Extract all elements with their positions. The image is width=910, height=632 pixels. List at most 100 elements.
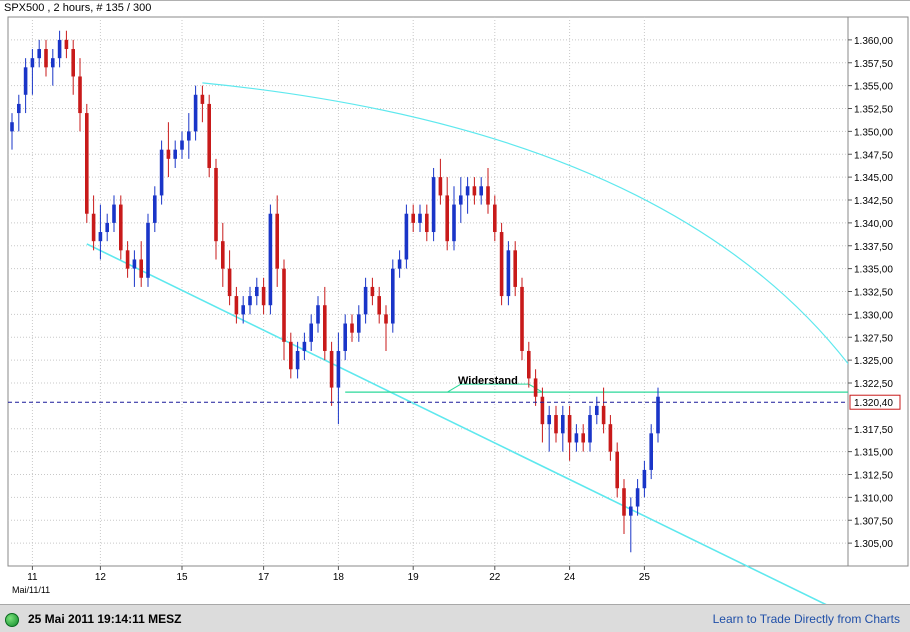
candle-body xyxy=(37,49,41,59)
candle-body xyxy=(153,195,157,223)
y-tick-label: 1.342,50 xyxy=(854,196,893,207)
x-tick-label: 12 xyxy=(95,572,107,583)
y-tick-label: 1.345,00 xyxy=(854,173,893,184)
candle-body xyxy=(193,94,198,132)
candle-body xyxy=(520,286,524,351)
candle-body xyxy=(384,314,388,324)
candle-body xyxy=(649,433,653,470)
candle-body xyxy=(601,405,606,425)
candle-body xyxy=(241,305,245,315)
y-tick-label: 1.327,50 xyxy=(854,333,893,344)
candle-body xyxy=(527,350,531,379)
candle-body xyxy=(629,506,633,516)
candle-body xyxy=(248,296,252,306)
candle-body xyxy=(418,213,422,223)
candle-body xyxy=(438,177,443,196)
candle-body xyxy=(622,488,626,516)
candle-body xyxy=(125,250,130,269)
y-tick-label: 1.312,50 xyxy=(854,471,893,482)
candle-body xyxy=(105,222,109,233)
candle-body xyxy=(336,350,341,388)
candle-body xyxy=(187,131,191,141)
candle-body xyxy=(506,250,511,297)
candle-body xyxy=(316,305,320,324)
candle-body xyxy=(581,433,585,443)
x-tick-label: 22 xyxy=(489,572,501,583)
candle-body xyxy=(146,222,150,278)
y-tick-label: 1.305,00 xyxy=(854,539,893,550)
candle-body xyxy=(472,186,477,196)
y-tick-label: 1.322,50 xyxy=(854,379,893,390)
candle-body xyxy=(57,39,62,59)
candle-body xyxy=(554,415,558,434)
candle-body xyxy=(255,286,259,297)
candle-body xyxy=(479,186,483,196)
candle-body xyxy=(363,286,368,315)
candle-body xyxy=(200,94,205,104)
candle-body xyxy=(234,296,239,315)
y-tick-label: 1.357,50 xyxy=(854,59,893,70)
y-tick-label: 1.347,50 xyxy=(854,150,893,161)
y-tick-label: 1.317,50 xyxy=(854,425,893,436)
candle-body xyxy=(411,213,415,223)
candle-body xyxy=(459,195,463,205)
candle-body xyxy=(499,232,504,297)
candle-body xyxy=(425,213,429,233)
x-date-label: Mai/11/11 xyxy=(12,585,50,595)
candle-body xyxy=(561,415,565,434)
candle-body xyxy=(329,350,334,388)
candle-body xyxy=(615,451,619,489)
resistance-label: Widerstand xyxy=(458,375,518,387)
candle-body xyxy=(10,122,14,132)
candle-body xyxy=(635,488,640,507)
candle-body xyxy=(377,296,381,315)
x-tick-label: 17 xyxy=(258,572,270,583)
x-tick-label: 15 xyxy=(176,572,188,583)
candle-body xyxy=(295,350,300,370)
y-tick-label: 1.332,50 xyxy=(854,288,893,299)
candle-body xyxy=(404,213,409,260)
candle-body xyxy=(207,103,211,168)
y-tick-label: 1.350,00 xyxy=(854,127,893,138)
y-tick-label: 1.335,00 xyxy=(854,265,893,276)
candle-body xyxy=(227,268,232,297)
candle-body xyxy=(493,204,497,233)
y-tick-label: 1.355,00 xyxy=(854,82,893,93)
candle-body xyxy=(282,268,286,342)
x-tick-label: 19 xyxy=(408,572,420,583)
candlestick-chart: 1.360,00 1.357,50 1.355,00 1.352,50 1.350,00… xyxy=(0,0,910,604)
y-tick-label: 1.315,00 xyxy=(854,448,893,459)
candle-body xyxy=(452,204,456,242)
candle-body xyxy=(91,213,96,242)
y-tick-label: 1.337,50 xyxy=(854,242,893,253)
y-tick-label: 1.340,00 xyxy=(854,219,893,230)
candle-body xyxy=(173,149,177,159)
candle-body xyxy=(567,415,572,443)
candle-body xyxy=(64,39,69,50)
candle-body xyxy=(391,268,395,324)
y-tick-label: 1.310,00 xyxy=(854,493,893,504)
candle-body xyxy=(350,323,354,333)
x-tick-label: 25 xyxy=(639,572,651,583)
candle-body xyxy=(132,259,137,269)
y-tick-label: 1.330,00 xyxy=(854,310,893,321)
candle-body xyxy=(166,149,171,159)
status-datetime: 25 Mai 2011 19:14:11 MESZ xyxy=(28,612,182,626)
candle-body xyxy=(547,415,551,425)
candle-body xyxy=(588,415,592,443)
candle-body xyxy=(139,259,143,278)
candle-body xyxy=(275,213,279,269)
candle-body xyxy=(71,49,75,77)
candle-body xyxy=(486,186,490,205)
candle-body xyxy=(261,286,266,306)
candle-body xyxy=(44,49,48,68)
candle-body xyxy=(445,195,449,242)
candle-body xyxy=(513,250,517,287)
candle-body xyxy=(289,341,293,370)
candle-body xyxy=(533,378,538,397)
candle-body xyxy=(180,140,184,150)
learn-to-trade-link[interactable]: Learn to Trade Directly from Charts xyxy=(713,612,900,626)
candle-body xyxy=(112,204,116,223)
y-tick-label: 1.307,50 xyxy=(854,516,893,527)
candle-body xyxy=(431,177,436,233)
